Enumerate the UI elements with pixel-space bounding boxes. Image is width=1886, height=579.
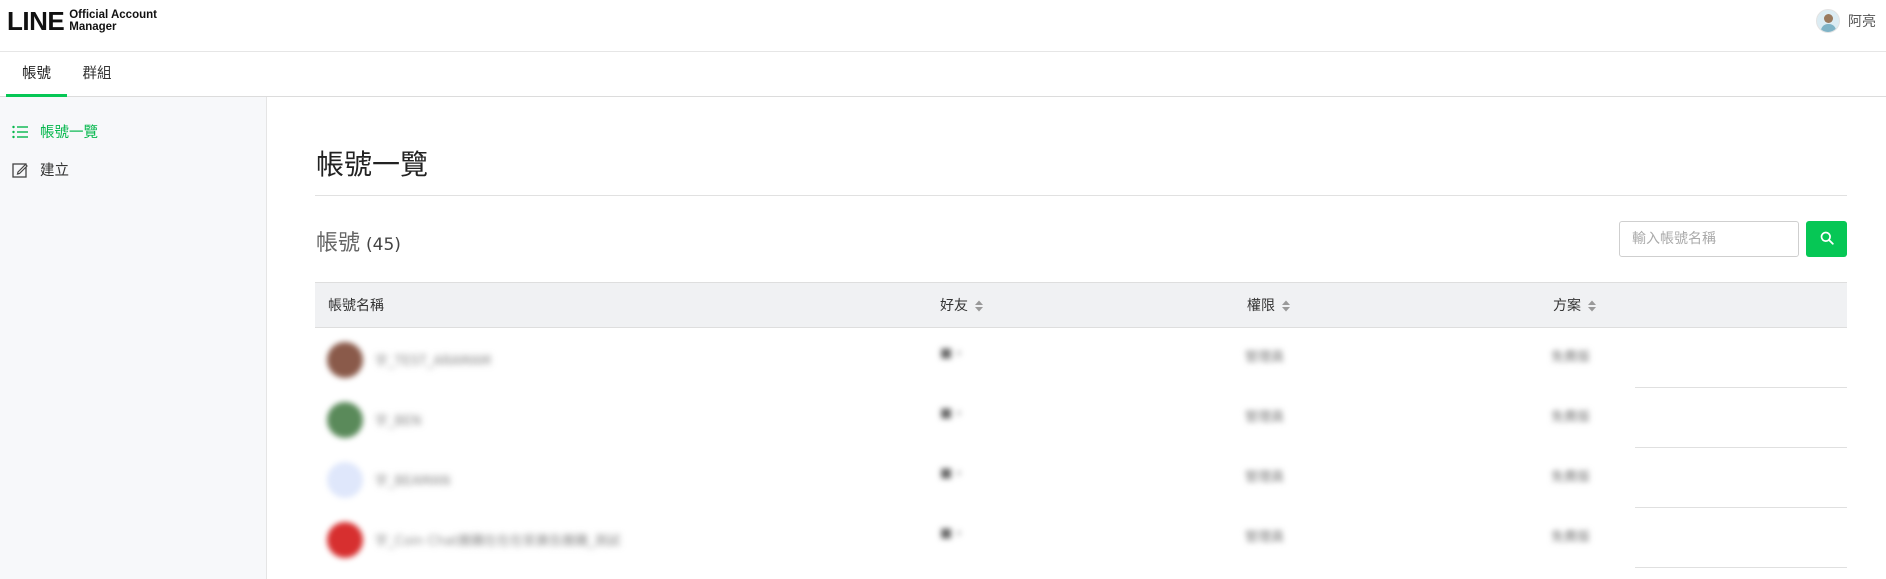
sidebar-item-create[interactable]: 建立 [12,159,69,180]
logo-subtitle: Official Account Manager [69,9,157,33]
column-header-label: 帳號名稱 [328,297,384,314]
role-cell: 管理員 [1245,470,1285,485]
column-header-label: 方案 [1553,297,1581,314]
table-row[interactable]: 宇_TEST_ARAMAM ■ › 管理員 免費版 [315,328,1847,388]
tab-accounts[interactable]: 帳號 [6,52,67,97]
account-name-cell[interactable]: 宇_BEN [375,410,421,429]
top-tabs: 帳號 群組 [0,52,1886,97]
main-content: 帳號一覽 帳號(45) 帳號名稱 好友 權限 [268,97,1886,579]
row-divider [1635,567,1847,568]
column-header-account-name: 帳號名稱 [328,283,384,329]
column-header-label: 權限 [1247,297,1275,314]
role-cell: 管理員 [1245,410,1285,425]
column-header-label: 好友 [940,297,968,314]
account-count: (45) [366,235,401,255]
table-header: 帳號名稱 好友 權限 方案 [315,282,1847,328]
sidebar: 帳號一覽 建立 [0,97,267,579]
friends-cell: ■ › [940,346,962,361]
title-divider [315,195,1847,196]
search-button[interactable] [1806,221,1847,257]
search-icon [1820,230,1834,249]
user-avatar[interactable] [1816,9,1840,33]
friends-cell: ■ › [940,406,962,421]
account-avatar [327,522,363,558]
sidebar-item-label: 建立 [40,163,69,179]
account-name-cell[interactable]: 宇_Coin Chat團購在在在家廣告團購_測試 [375,530,620,549]
account-avatar [327,342,363,378]
column-header-plan[interactable]: 方案 [1553,283,1597,329]
sidebar-item-account-list[interactable]: 帳號一覽 [12,121,98,142]
section-label: 帳號 [316,231,361,256]
account-name-cell[interactable]: 宇_TEST_ARAMAM [375,350,491,369]
table-row[interactable]: 宇_BEAMAN ■ › 管理員 免費版 [315,448,1847,508]
account-name-cell[interactable]: 宇_BEAMAN [375,470,450,489]
sort-icon[interactable] [1587,300,1597,312]
account-avatar [327,402,363,438]
sort-icon[interactable] [974,300,984,312]
column-header-role[interactable]: 權限 [1247,283,1291,329]
plan-cell: 免費版 [1551,470,1591,485]
page-title: 帳號一覽 [316,148,429,181]
plan-cell: 免費版 [1551,410,1591,425]
plan-cell: 免費版 [1551,530,1591,545]
list-icon [12,125,28,139]
line-oa-manager-logo[interactable]: LINE Official Account Manager [7,8,157,34]
edit-icon [12,162,28,178]
account-avatar [327,462,363,498]
role-cell: 管理員 [1245,350,1285,365]
tab-groups[interactable]: 群組 [68,52,126,97]
role-cell: 管理員 [1245,530,1285,545]
sort-icon[interactable] [1281,300,1291,312]
top-header: LINE Official Account Manager 阿亮 [0,0,1886,52]
sidebar-item-label: 帳號一覽 [40,125,98,141]
logo-wordmark: LINE [7,6,65,36]
column-header-friends[interactable]: 好友 [940,283,984,329]
user-name[interactable]: 阿亮 [1848,11,1876,31]
section-heading: 帳號 (45) [316,225,401,257]
user-menu[interactable]: 阿亮 [1816,9,1876,33]
logo-subtitle-line1: Official Account [69,9,157,21]
friends-cell: ■ › [940,466,962,481]
plan-cell: 免費版 [1551,350,1591,365]
table-row[interactable]: 宇_BEN ■ › 管理員 免費版 [315,388,1847,448]
logo-subtitle-line2: Manager [69,21,117,33]
table-row[interactable]: 宇_Coin Chat團購在在在家廣告團購_測試 ■ › 管理員 免費版 [315,508,1847,568]
account-search-input[interactable] [1619,221,1799,257]
friends-cell: ■ › [940,526,962,541]
